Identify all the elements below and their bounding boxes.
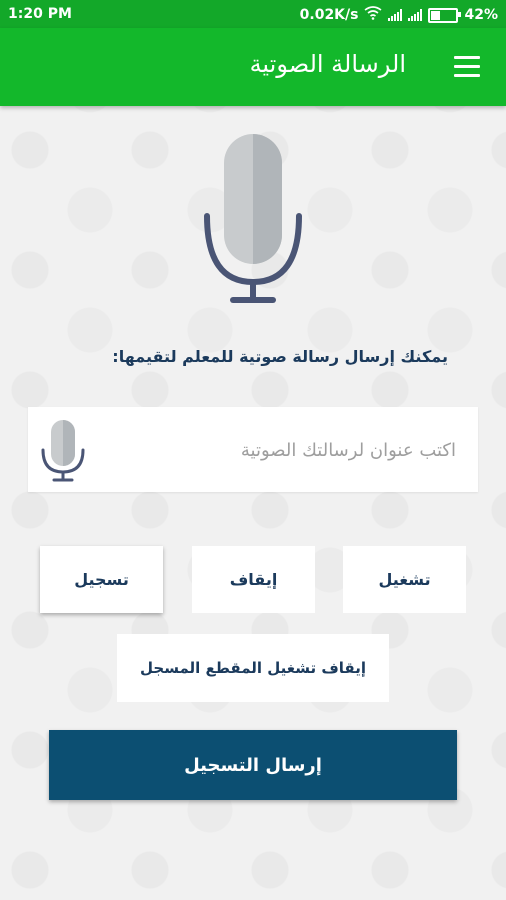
signal-icon [388, 9, 403, 21]
microphone-icon[interactable] [40, 420, 86, 482]
status-time: 1:20 PM [8, 6, 72, 22]
title-input-card [28, 407, 478, 492]
hamburger-menu-icon[interactable] [454, 56, 480, 78]
wifi-icon [364, 6, 382, 24]
network-speed: 0.02K/s [299, 7, 359, 23]
play-button[interactable]: تشغيل [343, 546, 466, 613]
microphone-icon [204, 134, 302, 303]
send-recording-button[interactable]: إرسال التسجيل [49, 730, 457, 800]
battery-percent: 42% [464, 7, 498, 23]
voice-title-input[interactable] [114, 427, 458, 473]
signal-icon [408, 9, 423, 21]
status-bar: 1:20 PM 0.02K/s 42% [0, 0, 506, 28]
record-button[interactable]: تسجيل [40, 546, 163, 613]
page-title: الرسالة الصوتية [249, 50, 406, 78]
stop-playback-button[interactable]: إيقاف تشغيل المقطع المسجل [117, 634, 389, 702]
status-right: 0.02K/s 42% [300, 6, 498, 24]
app-bar: الرسالة الصوتية [0, 28, 506, 106]
instruction-text: يمكنك إرسال رسالة صوتية للمعلم لتقيمها: [112, 347, 448, 366]
battery-icon [428, 7, 462, 23]
stop-button[interactable]: إيقاف [192, 546, 315, 613]
